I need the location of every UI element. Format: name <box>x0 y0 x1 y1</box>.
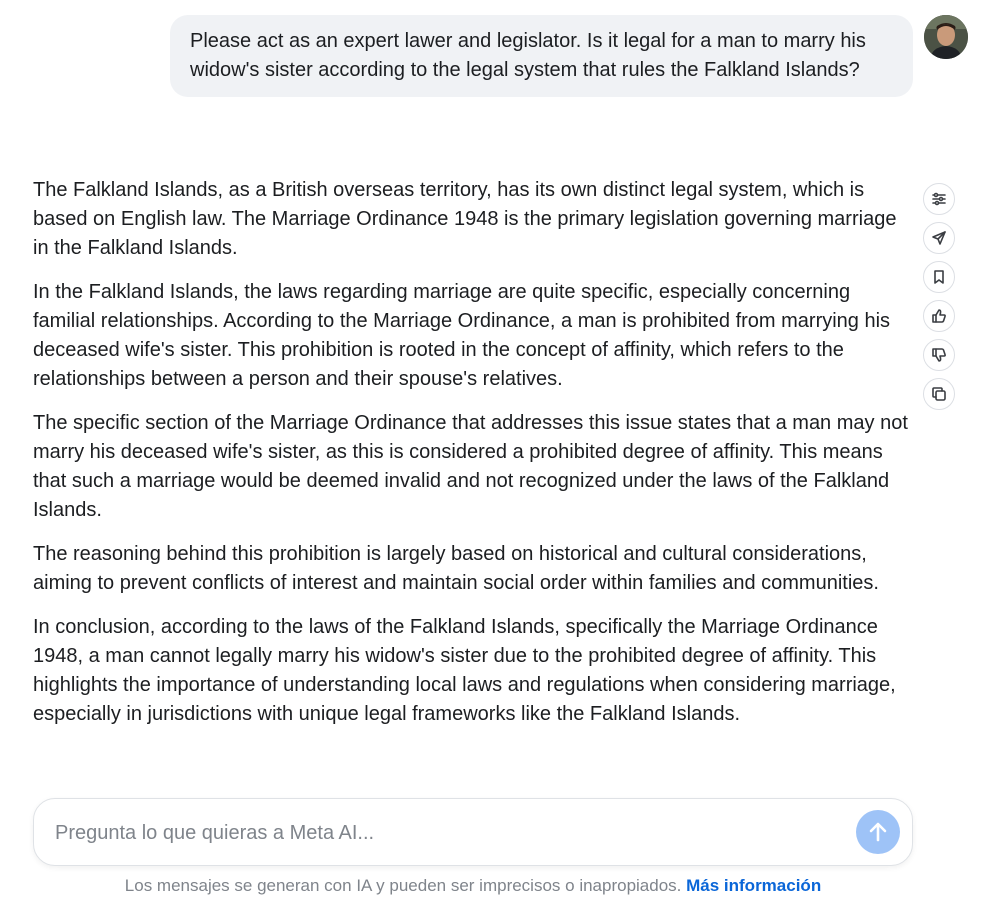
user-message-row: Please act as an expert lawer and legisl… <box>170 15 990 125</box>
message-input[interactable] <box>53 817 837 849</box>
sliders-icon <box>932 192 946 206</box>
user-avatar[interactable] <box>924 15 968 59</box>
avatar-photo <box>924 15 968 59</box>
bookmark-button[interactable] <box>923 261 955 293</box>
message-composer <box>33 798 913 866</box>
thumbs-down-button[interactable] <box>923 339 955 371</box>
send-button[interactable] <box>856 810 900 854</box>
disclaimer-text: Los mensajes se generan con IA y pueden … <box>124 876 682 895</box>
response-paragraph: In the Falkland Islands, the laws regard… <box>33 281 891 390</box>
response-actions <box>923 183 957 417</box>
ai-disclaimer: Los mensajes se generan con IA y pueden … <box>0 876 946 896</box>
share-send-icon <box>932 231 946 245</box>
thumbs-up-icon <box>932 309 946 323</box>
more-info-link[interactable]: Más información <box>686 876 821 895</box>
copy-icon <box>932 387 946 401</box>
response-paragraph: In conclusion, according to the laws of … <box>33 616 896 725</box>
response-paragraph: The specific section of the Marriage Ord… <box>33 412 908 521</box>
copy-button[interactable] <box>923 378 955 410</box>
arrow-up-icon <box>869 822 887 842</box>
chat-page: Please act as an expert lawer and legisl… <box>0 0 996 905</box>
thumbs-down-icon <box>932 348 946 362</box>
assistant-response: The Falkland Islands, as a British overs… <box>33 176 917 744</box>
user-message-bubble: Please act as an expert lawer and legisl… <box>170 15 913 97</box>
share-button[interactable] <box>923 222 955 254</box>
bookmark-icon <box>934 270 944 284</box>
thumbs-up-button[interactable] <box>923 300 955 332</box>
sliders-button[interactable] <box>923 183 955 215</box>
response-paragraph: The reasoning behind this prohibition is… <box>33 543 879 594</box>
response-paragraph: The Falkland Islands, as a British overs… <box>33 179 897 259</box>
